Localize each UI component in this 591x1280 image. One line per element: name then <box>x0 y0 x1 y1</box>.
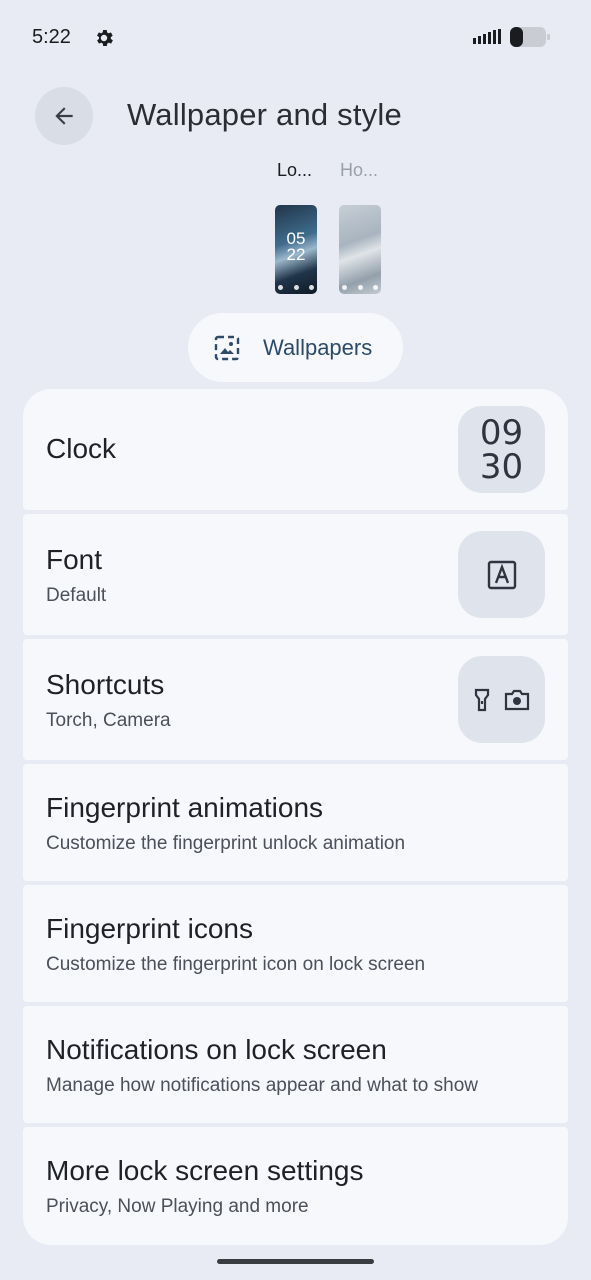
setting-subtitle: Torch, Camera <box>46 710 171 731</box>
setting-subtitle: Customize the fingerprint icon on lock s… <box>46 954 426 975</box>
preview-app-dots <box>342 285 378 290</box>
setting-clock[interactable]: Clock 09 30 <box>23 389 568 510</box>
preview-clock: 05 22 <box>286 229 306 264</box>
gesture-handle[interactable] <box>217 1259 374 1264</box>
setting-subtitle: Manage how notifications appear and what… <box>46 1075 478 1096</box>
status-time: 5:22 <box>32 26 71 48</box>
torch-icon <box>474 688 489 711</box>
setting-title: Notifications on lock screen <box>46 1034 387 1065</box>
setting-fingerprint-icons[interactable]: Fingerprint icons Customize the fingerpr… <box>23 885 568 1002</box>
arrow-back-icon <box>55 107 73 125</box>
setting-title: Shortcuts <box>46 669 165 700</box>
setting-subtitle: Default <box>46 585 107 606</box>
signal-icon <box>473 29 501 44</box>
back-button[interactable] <box>35 87 93 145</box>
setting-title: Fingerprint animations <box>46 792 324 823</box>
setting-more-lock-screen[interactable]: More lock screen settings Privacy, Now P… <box>23 1127 568 1245</box>
lock-screen-preview[interactable]: 05 22 <box>275 205 317 294</box>
setting-title: Fingerprint icons <box>46 913 253 944</box>
battery-icon <box>510 27 550 47</box>
preview-shortcut-dots <box>278 285 314 290</box>
setting-notifications-lock-screen[interactable]: Notifications on lock screen Manage how … <box>23 1006 568 1123</box>
setting-title: Clock <box>46 433 117 464</box>
home-screen-preview[interactable] <box>339 205 381 294</box>
image-icon <box>214 335 240 361</box>
font-a-icon <box>487 560 516 589</box>
tab-lock-screen[interactable]: Lo... <box>277 160 312 181</box>
setting-font[interactable]: Font Default <box>23 514 568 635</box>
font-thumb <box>458 531 545 618</box>
gear-icon <box>97 30 113 46</box>
page-title: Wallpaper and style <box>127 97 402 132</box>
wallpapers-label: Wallpapers <box>263 335 373 360</box>
status-bar: 5:22 <box>0 0 591 72</box>
shortcuts-thumb <box>458 656 545 743</box>
camera-icon <box>504 689 529 710</box>
setting-title: More lock screen settings <box>46 1155 364 1186</box>
setting-fingerprint-animations[interactable]: Fingerprint animations Customize the fin… <box>23 764 568 881</box>
setting-subtitle: Customize the fingerprint unlock animati… <box>46 833 406 854</box>
setting-shortcuts[interactable]: Shortcuts Torch, Camera <box>23 639 568 760</box>
wallpapers-button[interactable]: Wallpapers <box>188 313 403 382</box>
preview-tabs: Lo... Ho... <box>0 160 591 190</box>
clock-thumb: 09 30 <box>458 406 545 493</box>
tab-home-screen[interactable]: Ho... <box>340 160 378 181</box>
setting-subtitle: Privacy, Now Playing and more <box>46 1196 309 1217</box>
setting-title: Font <box>46 544 103 575</box>
